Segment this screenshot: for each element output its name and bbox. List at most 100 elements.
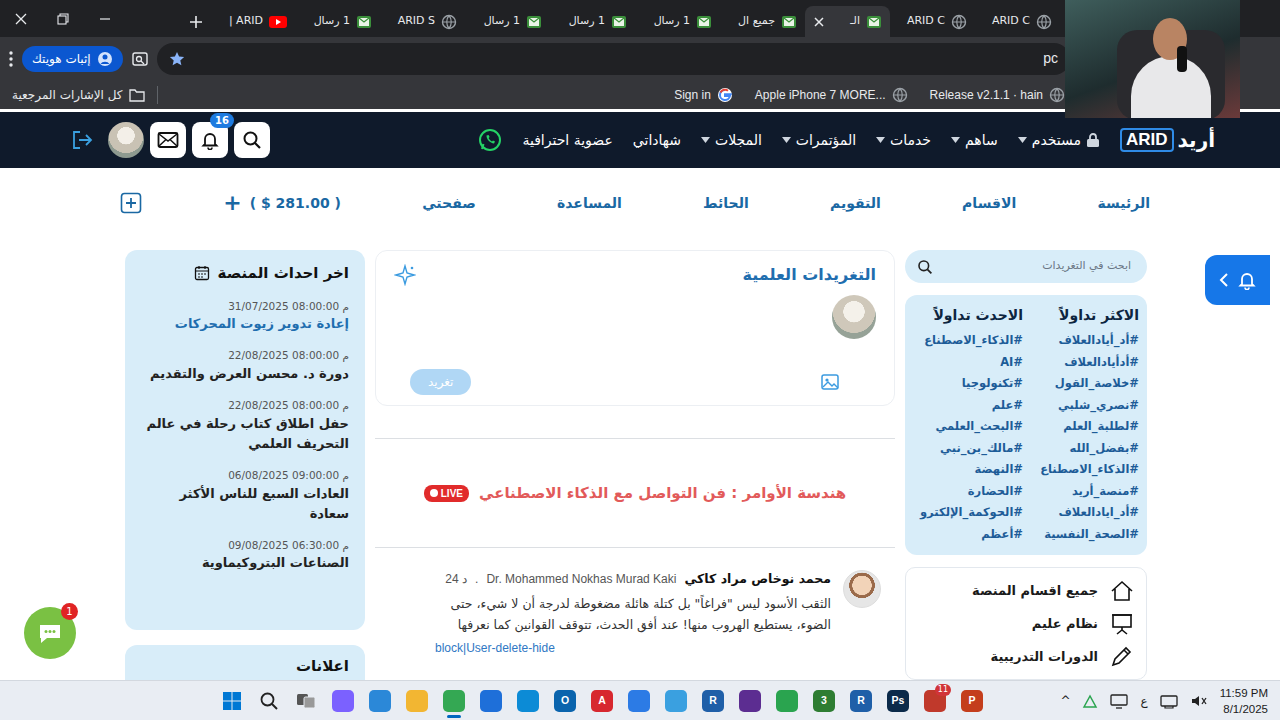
start-button[interactable] [214, 682, 250, 720]
event-item[interactable]: 09/08/2025 06:30:00 مالصناعات البتروكيما… [141, 538, 349, 574]
hashtag[interactable]: #أدأيادالعلاف [1029, 352, 1139, 374]
browser-tab[interactable]: ARID | [210, 6, 295, 37]
nav-item[interactable]: المجلات [701, 130, 762, 151]
tweet-button[interactable]: تغريد [410, 369, 471, 395]
menu-item[interactable]: الدورات التدريبية [918, 640, 1134, 673]
balance[interactable]: ( $ 281.00 )+ [223, 192, 341, 214]
browser-tab[interactable]: الـ [805, 6, 890, 37]
notification-tab[interactable] [1205, 255, 1270, 305]
hashtag[interactable]: #أد_ايادالعلاف [1029, 502, 1139, 524]
all-bookmarks[interactable]: كل الإشارات المرجعية [12, 86, 158, 104]
event-item[interactable]: 22/08/2025 08:00:00 محفل اطلاق كتاب رحلة… [141, 398, 349, 454]
subnav-link[interactable]: الرئيسة [1098, 193, 1150, 214]
sparkle-icon[interactable] [394, 264, 416, 286]
taskbar-app[interactable]: O [547, 682, 583, 720]
browser-tab[interactable]: ARID C [975, 6, 1060, 37]
search-button[interactable] [234, 122, 270, 158]
menu-item[interactable]: جميع اقسام المنصة [918, 574, 1134, 607]
browser-tab[interactable]: 1 رسال [295, 6, 380, 37]
taskbar-app[interactable]: Ps [880, 682, 916, 720]
browser-tab[interactable]: ARID S [380, 6, 465, 37]
nav-item[interactable]: شهاداتي [633, 130, 681, 151]
taskbar-app[interactable]: 11 [917, 682, 953, 720]
browser-tab[interactable]: ARID C [890, 6, 975, 37]
subnav-link[interactable]: صفحتي [422, 193, 476, 214]
hashtag[interactable]: #مالك_بن_نبي [913, 438, 1023, 460]
star-icon[interactable] [169, 51, 185, 67]
nav-item[interactable]: خدمات [876, 130, 931, 151]
nav-item[interactable]: ساهم [951, 130, 998, 151]
tray-overflow[interactable]: ^ [1060, 692, 1070, 710]
subnav-link[interactable]: التقويم [830, 193, 881, 214]
hashtag[interactable]: #لطلبة_العلم [1029, 416, 1139, 438]
clock[interactable]: 11:59 PM8/1/2025 [1220, 685, 1268, 717]
subnav-link[interactable]: الحائط [703, 193, 749, 214]
site-logo[interactable]: أريدARID [1120, 125, 1215, 155]
browser-tab[interactable]: 1 رسال [635, 6, 720, 37]
taskbar-app[interactable]: R [843, 682, 879, 720]
nav-item[interactable]: المؤتمرات [782, 130, 856, 151]
hashtag[interactable]: #منصة_أريد [1029, 481, 1139, 503]
taskbar-app[interactable] [510, 682, 546, 720]
bookmark[interactable]: Release v2.1.1 · hain [930, 86, 1065, 104]
logout-button[interactable] [62, 130, 102, 150]
network-icon[interactable] [1082, 693, 1098, 709]
hashtag[interactable]: #البحث_العلمي [913, 416, 1023, 438]
search-button[interactable] [251, 682, 287, 720]
hashtag[interactable]: #علم [913, 395, 1023, 417]
hashtag[interactable]: #AI [913, 352, 1023, 374]
hashtag[interactable]: #خلاصة_القول [1029, 373, 1139, 395]
input-language[interactable]: ع [1140, 692, 1147, 710]
restore-button[interactable] [42, 0, 84, 37]
bookmark[interactable]: Sign in [674, 86, 733, 104]
display-icon[interactable] [1110, 693, 1128, 709]
nav-item[interactable]: عضوية احترافية [522, 130, 612, 151]
messages-button[interactable] [150, 122, 186, 158]
hashtag[interactable]: #أعظم [913, 524, 1023, 546]
browser-tab[interactable]: 1 رسال [465, 6, 550, 37]
menu-icon[interactable] [8, 50, 14, 68]
hashtag[interactable]: #أد_أيادالعلاف [1029, 330, 1139, 352]
volume-icon[interactable] [1190, 693, 1208, 709]
close-icon[interactable] [813, 16, 825, 28]
hashtag[interactable]: #بفضل_الله [1029, 438, 1139, 460]
task-view-button[interactable] [288, 682, 324, 720]
address-bar[interactable]: pc [157, 43, 1070, 75]
hashtag[interactable]: #الصحة_النفسية [1029, 524, 1139, 546]
hashtag[interactable]: #الذكاء_الاصطناع [1029, 459, 1139, 481]
user-avatar[interactable] [108, 122, 144, 158]
hashtag[interactable]: #الحوكمة_الإلكترو [913, 502, 1023, 524]
event-item[interactable]: 31/07/2025 08:00:00 مإعادة تدوير زيوت ال… [141, 299, 349, 335]
post-actions[interactable]: block|User-delete-hide [435, 639, 831, 657]
taskbar-app[interactable] [658, 682, 694, 720]
taskbar-app[interactable] [325, 682, 361, 720]
hashtag[interactable]: #الحضارة [913, 481, 1023, 503]
add-box-icon[interactable] [120, 192, 142, 214]
subnav-link[interactable]: الاقسام [962, 193, 1016, 214]
taskbar-app[interactable]: R [695, 682, 731, 720]
minimize-button[interactable] [84, 0, 126, 37]
browser-tab[interactable]: 1 رسال [550, 6, 635, 37]
live-banner[interactable]: هندسة الأوامر : فن التواصل مع الذكاء الا… [375, 439, 895, 547]
taskbar-app[interactable] [362, 682, 398, 720]
taskbar-app[interactable]: A [584, 682, 620, 720]
taskbar-app[interactable] [621, 682, 657, 720]
hashtag[interactable]: #تكنولوجيا [913, 373, 1023, 395]
taskbar-app[interactable] [473, 682, 509, 720]
notifications-button[interactable]: 16 [192, 122, 228, 158]
taskbar-app[interactable] [399, 682, 435, 720]
hashtag[interactable]: #الذكاء_الاصطناع [913, 330, 1023, 352]
close-window-button[interactable] [0, 0, 42, 37]
lens-icon[interactable] [131, 50, 149, 68]
hashtag[interactable]: #نصري_شلبي [1029, 395, 1139, 417]
author-avatar[interactable] [843, 570, 881, 608]
taskbar-app[interactable] [732, 682, 768, 720]
taskbar-app[interactable]: 3 [806, 682, 842, 720]
chat-widget[interactable]: 1 [24, 607, 76, 659]
tweet-search-input[interactable] [933, 257, 1133, 276]
bookmark[interactable]: Apple iPhone 7 MORE... [755, 86, 908, 104]
taskbar-app[interactable] [769, 682, 805, 720]
event-item[interactable]: 06/08/2025 09:00:00 مالعادات السبع للناس… [141, 468, 349, 524]
whatsapp-icon[interactable] [478, 128, 502, 152]
event-item[interactable]: 22/08/2025 08:00:00 مدورة د. محسن العرض … [141, 348, 349, 384]
